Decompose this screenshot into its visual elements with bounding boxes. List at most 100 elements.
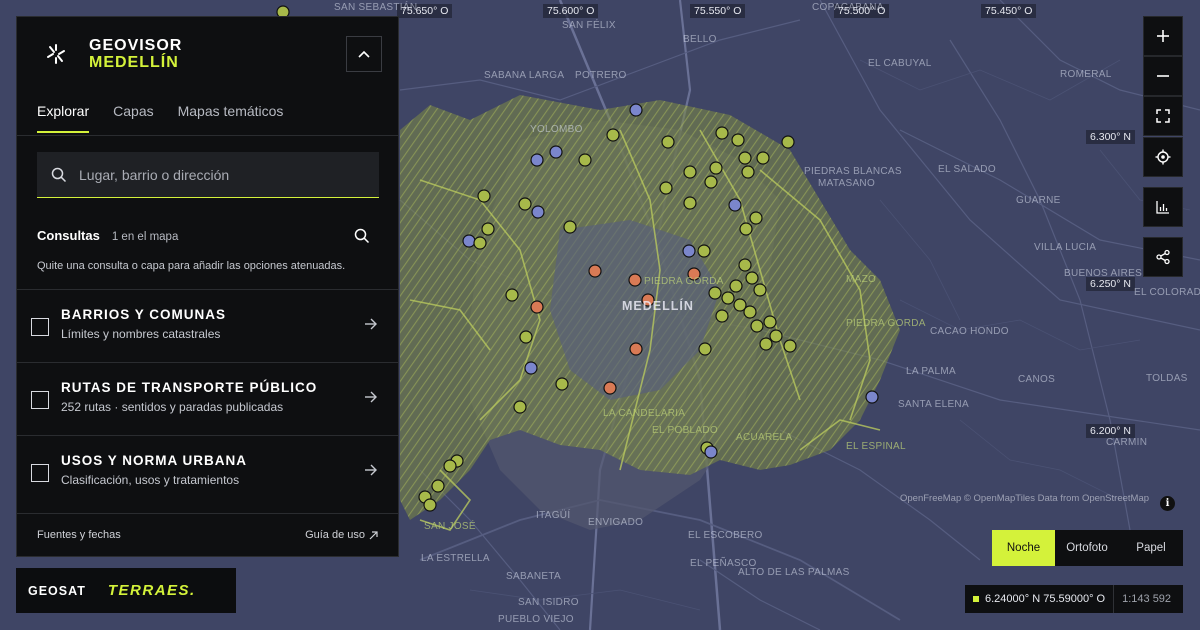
tab-explorar[interactable]: Explorar	[37, 103, 90, 133]
info-icon[interactable]: i	[1160, 496, 1175, 511]
layer-item-usos[interactable]: USOS Y NORMA URBANA Clasificación, usos …	[17, 435, 398, 508]
tab-capas[interactable]: Capas	[113, 103, 153, 133]
place-label: BUENOS AIRES	[1064, 268, 1143, 279]
map-point[interactable]	[756, 151, 770, 165]
map-point[interactable]	[588, 264, 602, 278]
map-point[interactable]	[749, 211, 763, 225]
layer-checkbox[interactable]	[31, 464, 49, 482]
map-point[interactable]	[698, 342, 712, 356]
basemap-papel[interactable]: Papel	[1119, 530, 1183, 566]
map-point[interactable]	[555, 377, 569, 391]
map-point[interactable]	[715, 309, 729, 323]
basemap-ortofoto[interactable]: Ortofoto	[1055, 530, 1119, 566]
search-icon	[51, 167, 67, 182]
map-point[interactable]	[518, 197, 532, 211]
map-point[interactable]	[423, 498, 437, 512]
layer-checkbox[interactable]	[31, 391, 49, 409]
map-point[interactable]	[728, 198, 742, 212]
map-point[interactable]	[731, 133, 745, 147]
map-point[interactable]	[769, 329, 783, 343]
layer-title: BARRIOS Y COMUNAS	[61, 307, 227, 322]
place-label: TOLDAS	[1146, 373, 1188, 384]
map-point[interactable]	[473, 236, 487, 250]
map-point[interactable]	[477, 189, 491, 203]
layer-item-rutas[interactable]: RUTAS DE TRANSPORTE PÚBLICO 252 rutas · …	[17, 362, 398, 435]
map-point[interactable]	[659, 181, 673, 195]
map-point[interactable]	[708, 286, 722, 300]
guide-link[interactable]: Guía de uso	[305, 529, 378, 541]
map-point[interactable]	[683, 165, 697, 179]
sources-link[interactable]: Fuentes y fechas	[37, 529, 121, 541]
map-point[interactable]	[530, 153, 544, 167]
map-point[interactable]	[578, 153, 592, 167]
brand-wordmark: GEOVISOR MEDELLÍN	[89, 37, 182, 71]
map-point[interactable]	[715, 126, 729, 140]
zoom-in-button[interactable]	[1143, 16, 1183, 56]
map-point[interactable]	[865, 390, 879, 404]
tab-mapas-tematicos[interactable]: Mapas temáticos	[178, 103, 284, 133]
map-point[interactable]	[628, 273, 642, 287]
map-point[interactable]	[683, 196, 697, 210]
map-point[interactable]	[781, 135, 795, 149]
brand-line1: GEOVISOR	[89, 37, 183, 54]
map-point[interactable]	[763, 315, 777, 329]
layer-checkbox[interactable]	[31, 318, 49, 336]
map-point[interactable]	[729, 279, 743, 293]
map-point[interactable]	[738, 258, 752, 272]
map-point[interactable]	[704, 175, 718, 189]
arrow-right-icon[interactable]	[364, 317, 378, 331]
map-point[interactable]	[750, 319, 764, 333]
fullscreen-button[interactable]	[1143, 96, 1183, 136]
map-attribution[interactable]: OpenFreeMap © OpenMapTiles Data from Ope…	[900, 493, 1149, 504]
map-point[interactable]	[505, 288, 519, 302]
map-point[interactable]	[743, 305, 757, 319]
map-point[interactable]	[739, 222, 753, 236]
share-icon	[1156, 249, 1170, 265]
map-point[interactable]	[741, 165, 755, 179]
share-button[interactable]	[1143, 237, 1183, 277]
collapse-panel-button[interactable]	[346, 36, 382, 72]
layer-item-barrios[interactable]: BARRIOS Y COMUNAS Límites y nombres cata…	[17, 289, 398, 362]
zoom-out-button[interactable]	[1143, 56, 1183, 96]
basemap-noche[interactable]: Noche	[992, 530, 1055, 566]
partner-logos: GEOSAT TERRAES.	[16, 568, 236, 613]
chart-button[interactable]	[1143, 187, 1183, 227]
map-point[interactable]	[783, 339, 797, 353]
map-point[interactable]	[431, 479, 445, 493]
map-point[interactable]	[443, 459, 457, 473]
coordinate-readout: 6.24000° N 75.59000° O 1:143 592	[965, 585, 1183, 613]
locate-button[interactable]	[1143, 137, 1183, 177]
place-label: CANOS	[1018, 374, 1056, 385]
map-point[interactable]	[745, 271, 759, 285]
plus-icon	[1157, 30, 1169, 42]
map-point[interactable]	[709, 161, 723, 175]
map-point[interactable]	[704, 445, 718, 459]
consultas-search-icon[interactable]	[354, 228, 370, 244]
map-point[interactable]	[524, 361, 538, 375]
map-point[interactable]	[759, 337, 773, 351]
map-point[interactable]	[629, 103, 643, 117]
map-point[interactable]	[661, 135, 675, 149]
map-point[interactable]	[531, 205, 545, 219]
map-point[interactable]	[738, 151, 752, 165]
guide-link-label: Guía de uso	[305, 529, 365, 541]
map-point[interactable]	[481, 222, 495, 236]
place-label: SAN SEBASTIÁN	[334, 2, 418, 13]
map-point[interactable]	[753, 283, 767, 297]
map-point[interactable]	[697, 244, 711, 258]
map-point[interactable]	[629, 342, 643, 356]
map-point[interactable]	[462, 234, 476, 248]
map-point[interactable]	[721, 291, 735, 305]
map-point[interactable]	[519, 330, 533, 344]
map-point[interactable]	[606, 128, 620, 142]
search-input[interactable]	[79, 166, 359, 183]
map-point[interactable]	[682, 244, 696, 258]
map-point[interactable]	[563, 220, 577, 234]
map-point[interactable]	[513, 400, 527, 414]
map-point[interactable]	[603, 381, 617, 395]
arrow-right-icon[interactable]	[364, 390, 378, 404]
map-point[interactable]	[549, 145, 563, 159]
arrow-right-icon[interactable]	[364, 463, 378, 477]
place-label: EL SALADO	[938, 164, 996, 175]
map-point[interactable]	[530, 300, 544, 314]
